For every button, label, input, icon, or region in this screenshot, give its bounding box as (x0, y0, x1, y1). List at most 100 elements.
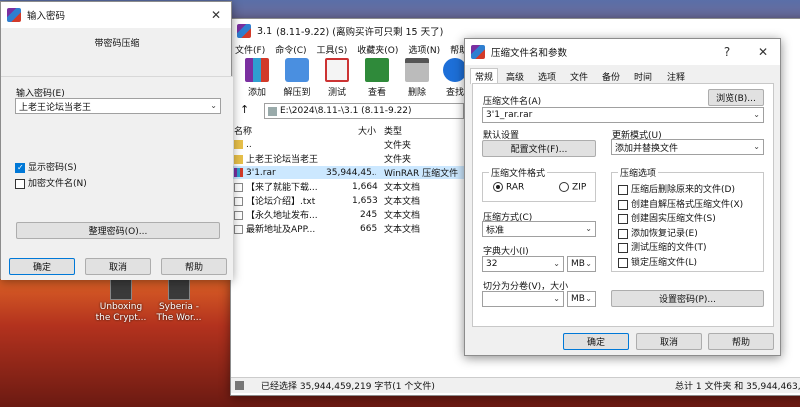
tab-general[interactable]: 常规 (470, 68, 498, 84)
toolbar-add[interactable]: 添加 (238, 58, 276, 98)
menu-options[interactable]: 选项(N) (408, 43, 440, 57)
file-type: WinRAR 压缩文件 (384, 169, 459, 179)
encrypt-names-checkbox[interactable]: 加密文件名(N) (15, 176, 87, 189)
address-bar[interactable]: E:\2024\8.11-\3.1 (8.11-9.22) (264, 103, 464, 119)
menu-tools[interactable]: 工具(S) (317, 43, 348, 57)
profiles-button[interactable]: 配置文件(F)... (482, 140, 596, 157)
option-solid[interactable]: 创建固实压缩文件(S) (618, 211, 716, 224)
organize-passwords-button[interactable]: 整理密码(O)... (16, 222, 220, 239)
winrar-icon (7, 8, 21, 22)
rar-file-icon (234, 167, 243, 177)
chevron-down-icon[interactable]: ⌄ (210, 101, 217, 110)
archive-name-input[interactable]: 3'1_rar.rar ⌄ (482, 107, 764, 123)
file-name: 3'1.rar (246, 167, 276, 178)
dict-unit-value: MB (571, 259, 585, 269)
browse-button[interactable]: 浏览(B)... (708, 89, 764, 106)
close-icon[interactable]: ✕ (750, 39, 776, 65)
dialog-title: 输入密码 (27, 11, 66, 22)
toolbar-label: 查看 (367, 88, 386, 98)
column-header-name[interactable]: 名称 (234, 124, 252, 137)
drive-icon (268, 106, 277, 116)
tab-backup[interactable]: 备份 (597, 68, 625, 84)
column-header-size[interactable]: 大小 (358, 124, 376, 137)
checkbox-label: 测试压缩的文件(T) (631, 243, 707, 253)
desktop-icon-unboxing[interactable]: Unboxing the Crypt... (92, 278, 150, 324)
file-row[interactable]: 【论坛介绍】.txt 1,653 文本文档 (232, 194, 464, 207)
show-password-checkbox[interactable]: 显示密码(S) (15, 160, 77, 173)
chevron-down-icon[interactable]: ⌄ (753, 142, 760, 151)
checkbox-label: 添加恢复记录(E) (631, 229, 698, 239)
tab-files[interactable]: 文件 (565, 68, 593, 84)
desktop-icon-syberia[interactable]: Syberia - The Wor... (150, 278, 208, 324)
archive-name-value: 3'1_rar.rar (486, 110, 533, 120)
format-rar-radio[interactable]: RAR (493, 182, 524, 193)
tab-options[interactable]: 选项 (533, 68, 561, 84)
text-file-icon (234, 183, 243, 192)
checkbox-icon (618, 242, 628, 253)
menu-commands[interactable]: 命令(C) (275, 43, 306, 57)
up-button[interactable]: ↑ (240, 103, 249, 116)
toolbar-test[interactable]: 测试 (318, 58, 356, 98)
file-row[interactable]: .. 文件夹 (232, 138, 464, 151)
file-row[interactable]: 【永久地址发布... 245 文本文档 (232, 208, 464, 221)
toolbar-extract[interactable]: 解压到 (278, 58, 316, 98)
checkbox-icon (15, 178, 25, 189)
cancel-button[interactable]: 取消 (85, 258, 151, 275)
chevron-down-icon[interactable]: ⌄ (585, 294, 592, 303)
set-password-button[interactable]: 设置密码(P)... (611, 290, 764, 307)
winrar-icon (237, 24, 251, 38)
split-unit-select[interactable]: MB ⌄ (567, 291, 596, 307)
group-label: 压缩选项 (618, 166, 659, 179)
option-sfx[interactable]: 创建自解压格式压缩文件(X) (618, 197, 743, 210)
format-zip-radio[interactable]: ZIP (559, 182, 586, 193)
column-header-type[interactable]: 类型 (384, 124, 402, 137)
split-volumes-input[interactable]: ⌄ (482, 291, 564, 307)
option-lock[interactable]: 锁定压缩文件(L) (618, 255, 697, 268)
ok-button[interactable]: 确定 (563, 333, 629, 350)
chevron-down-icon[interactable]: ⌄ (553, 259, 560, 268)
chevron-down-icon[interactable]: ⌄ (753, 110, 760, 119)
file-type: 文本文档 (384, 211, 421, 221)
option-delete-after[interactable]: 压缩后删除原来的文件(D) (618, 182, 735, 195)
file-row-selected[interactable]: 3'1.rar 35,944,45... WinRAR 压缩文件 (232, 166, 464, 179)
checkbox-label: 显示密码(S) (28, 163, 77, 173)
option-test[interactable]: 测试压缩的文件(T) (618, 240, 707, 253)
help-button[interactable]: 帮助 (161, 258, 227, 275)
game-icon (110, 278, 132, 300)
toolbar-view[interactable]: 查看 (358, 58, 396, 98)
file-type: 文本文档 (384, 183, 421, 193)
help-button[interactable]: 帮助 (708, 333, 774, 350)
dict-size-select[interactable]: 32 ⌄ (482, 256, 564, 272)
folder-icon (234, 139, 243, 149)
file-name: 【永久地址发布... (246, 211, 318, 221)
password-input[interactable]: 上老王论坛当老王 ⌄ (15, 98, 221, 114)
option-recovery[interactable]: 添加恢复记录(E) (618, 226, 698, 239)
radio-label: ZIP (572, 182, 587, 193)
file-name: .. (246, 139, 252, 150)
file-row[interactable]: 最新地址及APP... 665 文本文档 (232, 222, 464, 235)
file-row[interactable]: 【来了就能下载... 1,664 文本文档 (232, 180, 464, 193)
cancel-button[interactable]: 取消 (636, 333, 702, 350)
drive-icon (235, 381, 244, 390)
menu-bar: 文件(F) 命令(C) 工具(S) 收藏夹(O) 选项(N) 帮助 (235, 43, 468, 57)
file-name: 【来了就能下载... (246, 183, 318, 193)
chevron-down-icon[interactable]: ⌄ (585, 224, 592, 233)
toolbar-delete[interactable]: 删除 (398, 58, 436, 98)
dialog-title: 压缩文件名和参数 (491, 48, 568, 59)
text-file-icon (234, 225, 243, 234)
chevron-down-icon[interactable]: ⌄ (585, 259, 592, 268)
update-mode-select[interactable]: 添加并替换文件 ⌄ (611, 139, 764, 155)
tab-time[interactable]: 时间 (629, 68, 657, 84)
file-row[interactable]: 上老王论坛当老王 文件夹 (232, 152, 464, 165)
radio-selected-icon (493, 182, 503, 192)
method-select[interactable]: 标准 ⌄ (482, 221, 596, 237)
close-icon[interactable]: ✕ (203, 2, 229, 28)
menu-file[interactable]: 文件(F) (235, 43, 265, 57)
tab-comment[interactable]: 注释 (662, 68, 690, 84)
tab-advanced[interactable]: 高级 (501, 68, 529, 84)
dict-unit-select[interactable]: MB ⌄ (567, 256, 596, 272)
menu-favorites[interactable]: 收藏夹(O) (357, 43, 398, 57)
help-icon[interactable]: ? (714, 39, 740, 65)
chevron-down-icon[interactable]: ⌄ (553, 294, 560, 303)
ok-button[interactable]: 确定 (9, 258, 75, 275)
